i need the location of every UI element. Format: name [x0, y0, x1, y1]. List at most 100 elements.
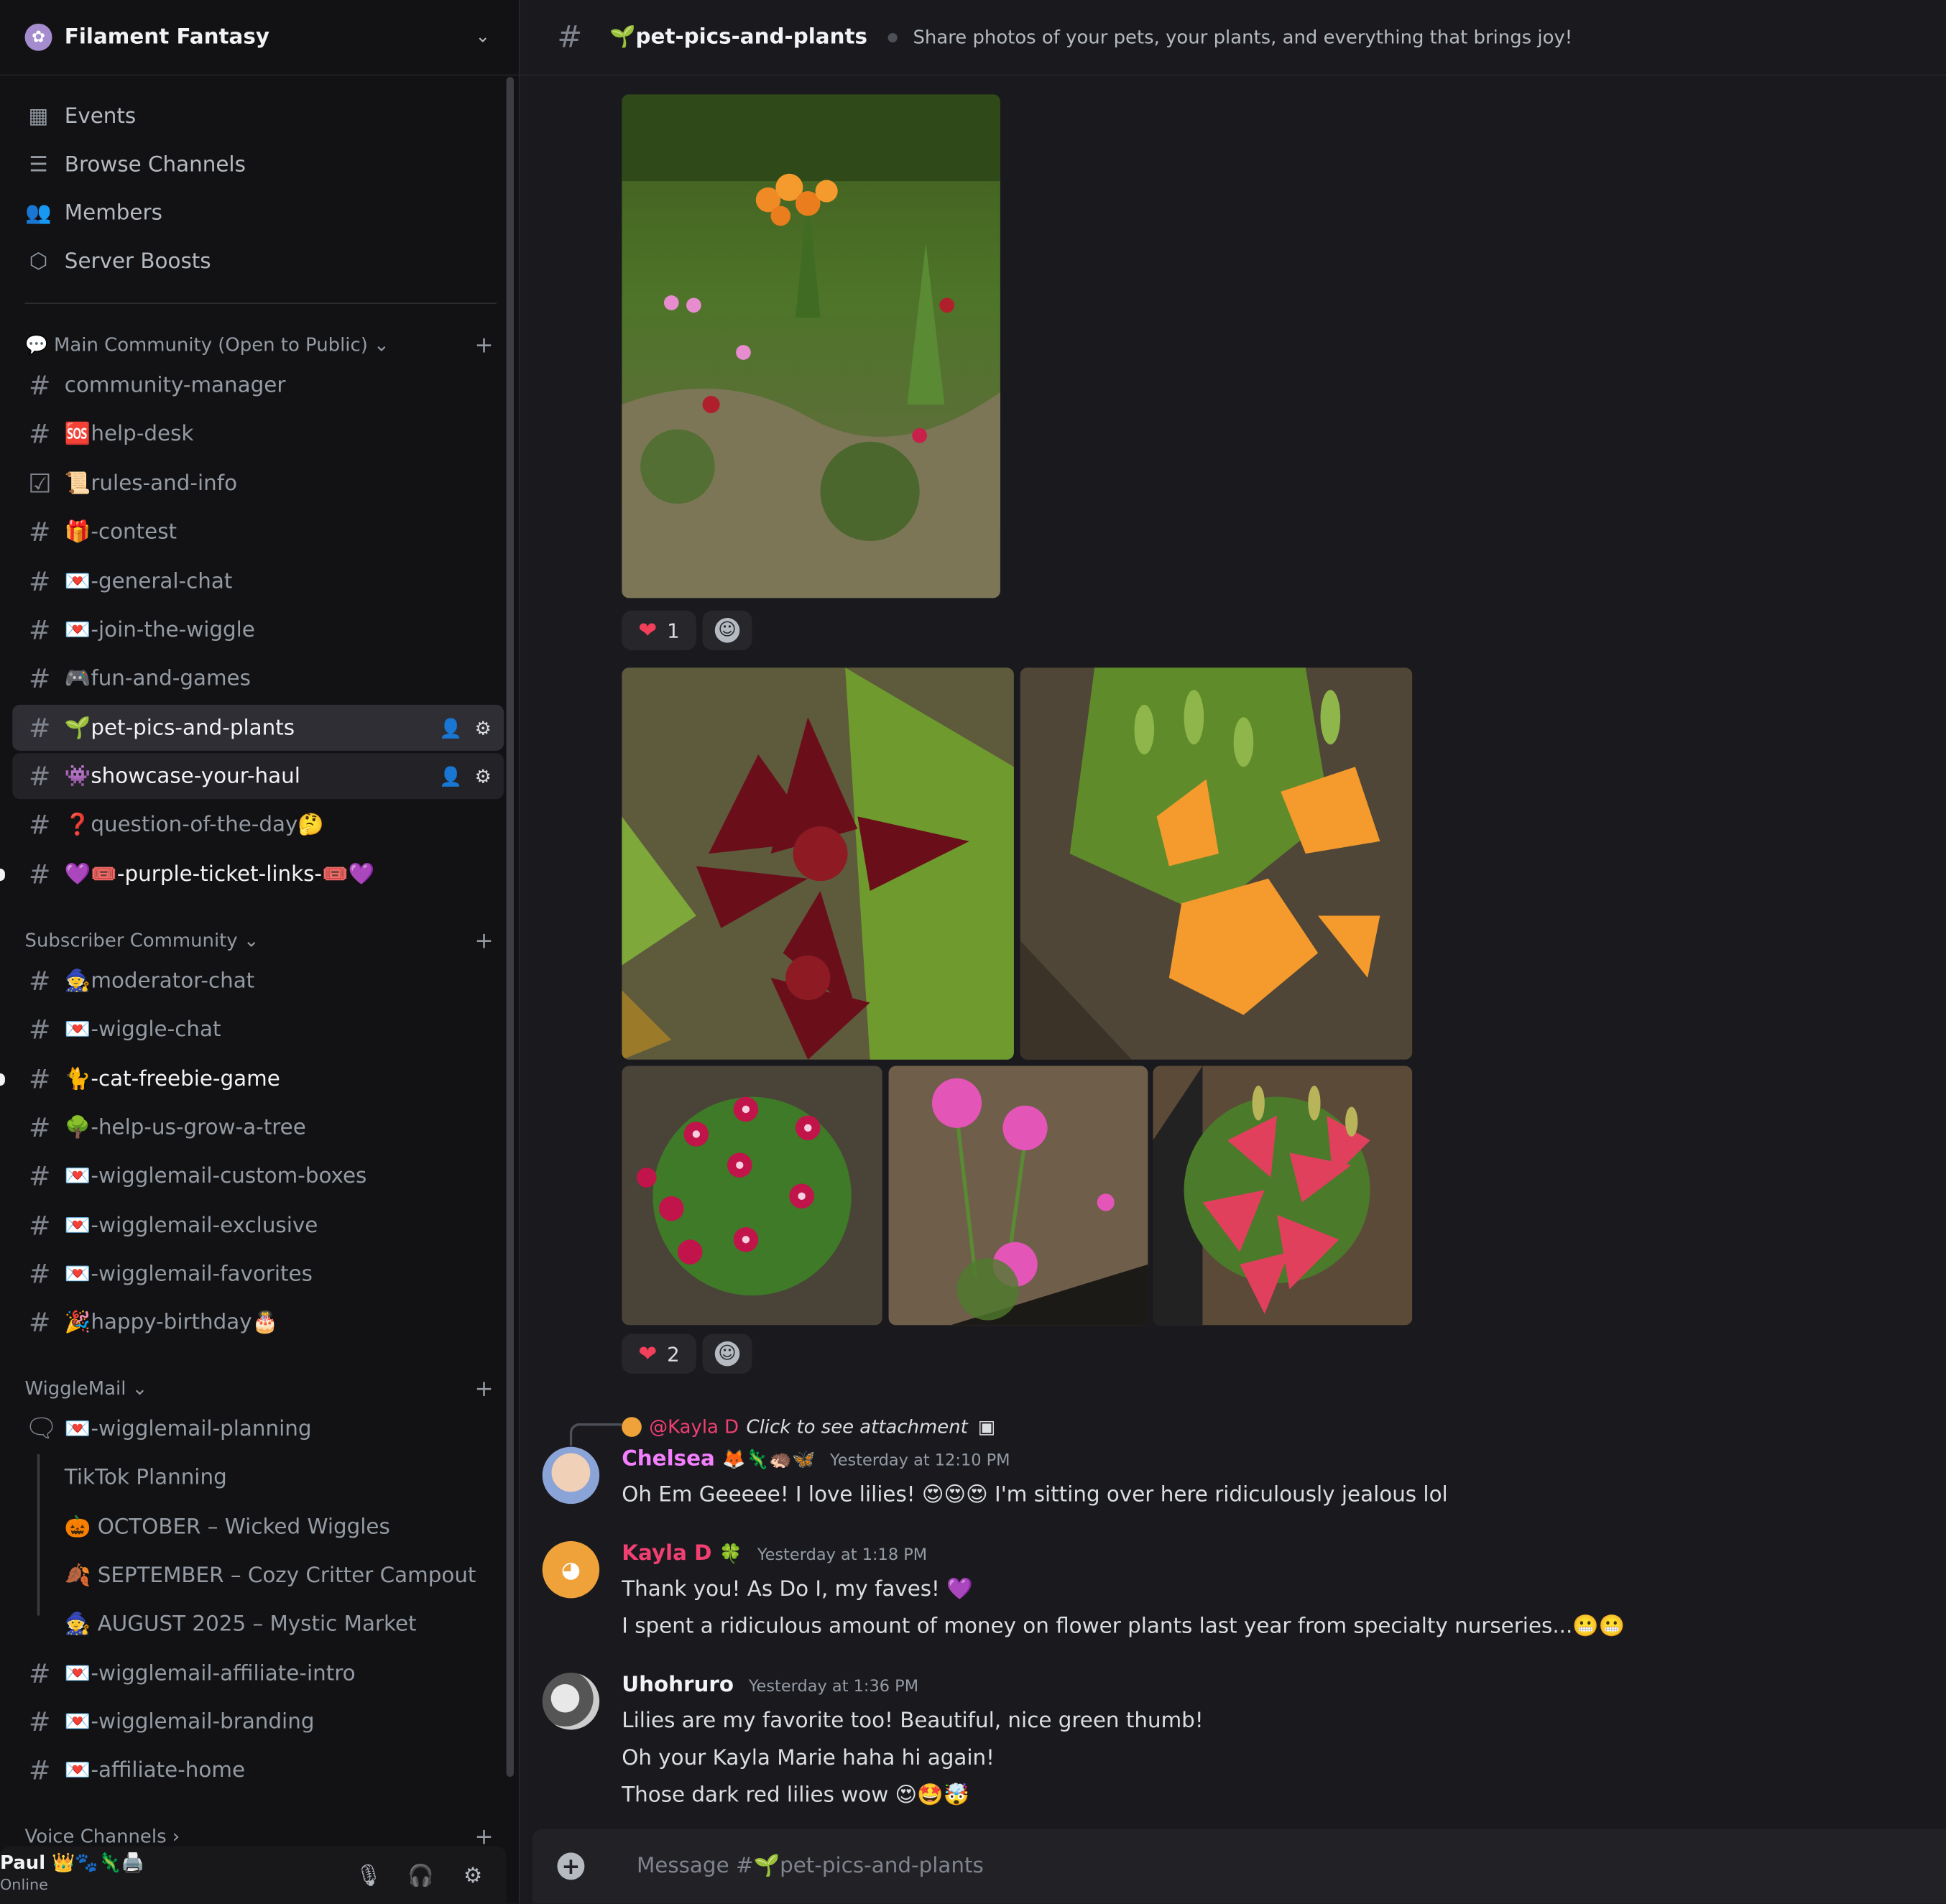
server-header[interactable]: ✿ Filament Fantasy ⌄ — [0, 0, 519, 76]
attachment-image[interactable] — [622, 94, 1000, 599]
message-author[interactable]: Uhohruro — [622, 1673, 734, 1698]
category-subscriber-community[interactable]: Subscriber Community ⌄ + — [25, 925, 497, 955]
attachment-image[interactable] — [622, 667, 1014, 1060]
nav-browse-channels[interactable]: ☰ Browse Channels — [12, 140, 509, 188]
gear-icon[interactable]: ⚙ — [454, 1859, 492, 1893]
author-badges: 🍀 — [719, 1542, 743, 1565]
headphones-icon[interactable]: 🎧 — [402, 1859, 440, 1893]
add-channel-icon[interactable]: + — [471, 1375, 497, 1401]
message-text: I spent a ridiculous amount of money on … — [622, 1614, 1625, 1640]
hash-icon: # — [557, 19, 583, 55]
locked-hash-icon: # — [29, 1755, 51, 1785]
message-author[interactable]: Kayla D — [622, 1541, 711, 1566]
avatar[interactable] — [542, 1672, 600, 1730]
thread-october[interactable]: 🎃 OCTOBER – Wicked Wiggles — [65, 1504, 507, 1550]
reaction-heart[interactable]: ❤ 1 — [622, 610, 696, 650]
channel-wiggle-chat[interactable]: # 💌-wiggle-chat — [12, 1007, 504, 1053]
user-name[interactable]: Paul 👑🐾🦎🖨️ — [0, 1852, 144, 1874]
add-channel-icon[interactable]: + — [471, 332, 497, 358]
forum-wigglemail-planning[interactable]: 🗨 💌-wigglemail-planning — [12, 1406, 504, 1452]
hash-icon: # — [29, 370, 51, 400]
forum-icon: 🗨 — [24, 1413, 58, 1443]
hash-icon: # — [29, 713, 51, 743]
message-author[interactable]: Chelsea — [622, 1447, 715, 1472]
channel-label: 💌-wigglemail-favorites — [64, 1261, 313, 1287]
reply-reference[interactable]: @Kayla D Click to see attachment ▣ — [622, 1412, 995, 1441]
channel-label: 💌-wigglemail-planning — [64, 1416, 312, 1441]
gear-icon[interactable]: ⚙ — [475, 765, 492, 787]
channel-wigglemail-affiliate-intro[interactable]: # 💌-wigglemail-affiliate-intro — [12, 1650, 504, 1696]
channel-wigglemail-branding[interactable]: # 💌-wigglemail-branding — [12, 1699, 504, 1744]
reply-text[interactable]: Click to see attachment — [746, 1416, 967, 1438]
attachment-image[interactable] — [888, 1066, 1148, 1326]
invite-icon[interactable]: 👤 — [439, 765, 462, 787]
channel-label: 🌳-help-us-grow-a-tree — [64, 1114, 306, 1140]
attachment-image[interactable] — [622, 1066, 882, 1326]
channel-label: 🆘help-desk — [64, 421, 194, 446]
channel-showcase-your-haul[interactable]: # 👾showcase-your-haul 👤 ⚙ — [12, 753, 504, 800]
channel-question-of-the-day[interactable]: # ❓question-of-the-day🤔 — [12, 802, 504, 848]
image-icon: ▣ — [977, 1415, 996, 1438]
hash-icon: # — [29, 614, 51, 645]
rules-icon: ☑ — [27, 468, 52, 499]
locked-hash-icon: # — [29, 966, 51, 996]
message-timestamp: Yesterday at 1:18 PM — [757, 1545, 928, 1565]
add-reaction-button[interactable]: ☺ — [702, 1334, 752, 1374]
nav-server-boosts[interactable]: ⬡ Server Boosts — [12, 237, 509, 285]
message-text: Lilies are my favorite too! Beautiful, n… — [622, 1709, 1204, 1734]
add-channel-icon[interactable]: + — [471, 1824, 497, 1849]
reply-mention[interactable]: @Kayla D — [649, 1416, 739, 1438]
locked-hash-icon: # — [29, 1112, 51, 1142]
category-wigglemail[interactable]: WiggleMail ⌄ + — [25, 1374, 497, 1403]
channel-join-the-wiggle[interactable]: # 💌-join-the-wiggle — [12, 607, 504, 653]
channel-rules-and-info[interactable]: ☑ 📜rules-and-info — [12, 461, 504, 507]
channel-happy-birthday[interactable]: # 🎉happy-birthday🎂 — [12, 1299, 504, 1345]
locked-hash-icon: # — [29, 1706, 51, 1737]
attachment-image[interactable] — [1020, 667, 1413, 1060]
category-label: 💬 Main Community (Open to Public) ⌄ — [24, 333, 389, 356]
channel-label: 💌-wigglemail-custom-boxes — [64, 1163, 367, 1188]
nav-members[interactable]: 👥 Members — [12, 189, 509, 237]
thread-august[interactable]: 🧙 AUGUST 2025 – Mystic Market — [65, 1601, 507, 1647]
gear-icon[interactable]: ⚙ — [475, 716, 492, 739]
avatar[interactable]: ◕ — [542, 1540, 600, 1599]
thread-tiktok-planning[interactable]: TikTok Planning — [65, 1454, 507, 1500]
reaction-count: 1 — [667, 618, 680, 642]
chevron-down-icon[interactable]: ⌄ — [464, 27, 502, 47]
channel-affiliate-home[interactable]: # 💌-affiliate-home — [12, 1747, 504, 1793]
channel-wigglemail-custom-boxes[interactable]: # 💌-wigglemail-custom-boxes — [12, 1152, 504, 1198]
message-input[interactable] — [634, 1852, 1756, 1880]
add-channel-icon[interactable]: + — [471, 928, 497, 953]
reaction-heart[interactable]: ❤ 2 — [622, 1334, 696, 1374]
channel-wigglemail-exclusive[interactable]: # 💌-wigglemail-exclusive — [12, 1202, 504, 1248]
channel-fun-and-games[interactable]: # 🎮fun-and-games — [12, 655, 504, 701]
nav-events[interactable]: ▦ Events — [12, 92, 509, 140]
channel-cat-freebie-game[interactable]: # 🐈-cat-freebie-game — [12, 1056, 504, 1102]
thread-label: TikTok Planning — [64, 1464, 227, 1490]
thread-september[interactable]: 🍂 SEPTEMBER – Cozy Critter Campout — [65, 1552, 507, 1598]
category-main-community[interactable]: 💬 Main Community (Open to Public) ⌄ + — [25, 330, 497, 359]
channel-pet-pics-and-plants[interactable]: # 🌱pet-pics-and-plants 👤 ⚙ — [12, 704, 504, 751]
channel-moderator-chat[interactable]: # 🧙moderator-chat — [12, 958, 504, 1004]
hash-icon: # — [29, 761, 51, 791]
channel-general-chat[interactable]: # 💌-general-chat — [12, 558, 504, 604]
plus-icon[interactable]: + — [557, 1852, 585, 1880]
channel-wigglemail-favorites[interactable]: # 💌-wigglemail-favorites — [12, 1251, 504, 1297]
channel-topic[interactable]: Share photos of your pets, your plants, … — [913, 26, 1572, 48]
locked-hash-icon: # — [29, 1210, 51, 1241]
add-reaction-button[interactable]: ☺ — [702, 610, 752, 650]
invite-icon[interactable]: 👤 — [439, 716, 462, 739]
channel-community-manager[interactable]: # community-manager — [12, 362, 504, 408]
channel-label: 🎁-contest — [64, 519, 177, 545]
channel-help-us-grow-a-tree[interactable]: # 🌳-help-us-grow-a-tree — [12, 1104, 504, 1150]
sidebar-scrollbar[interactable] — [506, 77, 514, 1778]
heart-icon: ❤ — [638, 617, 658, 644]
attachment-image[interactable] — [1153, 1066, 1413, 1326]
channel-purple-ticket-links[interactable]: # 💜🎟️-purple-ticket-links-🎟️💜 — [12, 851, 504, 897]
microphone-icon[interactable]: 🎙 — [350, 1859, 387, 1893]
avatar[interactable] — [542, 1446, 600, 1505]
unread-indicator — [0, 1073, 5, 1086]
channel-help-desk[interactable]: # 🆘help-desk — [12, 411, 504, 457]
category-label: WiggleMail ⌄ — [24, 1377, 148, 1400]
channel-contest[interactable]: # 🎁-contest — [12, 509, 504, 555]
